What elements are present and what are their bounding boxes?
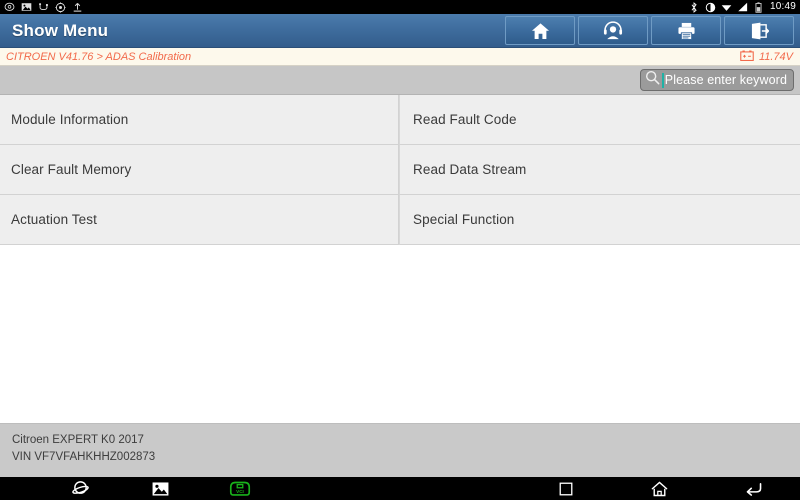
wifi-icon: [721, 2, 732, 13]
menu-item-read-data-stream[interactable]: Read Data Stream: [399, 145, 800, 195]
search-placeholder: Please enter keyword: [664, 73, 787, 87]
chat-bubble-icon: [4, 2, 15, 13]
menu-grid: Module Information Read Fault Code Clear…: [0, 95, 800, 245]
print-button[interactable]: [651, 16, 721, 45]
menu-item-actuation-test[interactable]: Actuation Test: [0, 195, 399, 245]
menu-item-label: Module Information: [11, 112, 129, 127]
upload-arrow-icon: [72, 2, 83, 13]
search-bar-band: Please enter keyword: [0, 66, 800, 95]
printer-icon: [677, 22, 696, 40]
vci-connector-icon[interactable]: VCI: [200, 477, 280, 500]
gallery-icon[interactable]: [120, 477, 200, 500]
back-button[interactable]: [706, 477, 800, 500]
svg-text:VCI: VCI: [236, 489, 244, 494]
status-bar-right-icons: 10:49: [689, 2, 796, 13]
diagnostic-app-window: 10:49 Show Menu CITROEN V41.76 > ADAS Ca…: [0, 0, 800, 500]
vehicle-info-footer: Citroen EXPERT K0 2017 VIN VF7VFAHKHHZ00…: [0, 423, 800, 477]
menu-item-label: Read Data Stream: [413, 162, 527, 177]
support-button[interactable]: [578, 16, 648, 45]
search-caret: [661, 72, 664, 88]
bluetooth-icon: [689, 1, 700, 13]
exit-button[interactable]: [724, 16, 794, 45]
page-title: Show Menu: [12, 20, 109, 40]
menu-item-clear-fault-memory[interactable]: Clear Fault Memory: [0, 145, 399, 195]
car-battery-icon: [740, 48, 754, 66]
menu-item-label: Read Fault Code: [413, 112, 517, 127]
search-input[interactable]: Please enter keyword: [639, 69, 794, 91]
nav-bar-right-group: [400, 477, 800, 500]
screenshot-image-icon: [21, 2, 32, 13]
android-status-bar: 10:49: [0, 0, 800, 14]
cell-signal-icon: [737, 2, 748, 13]
settings-gear-icon: [55, 1, 66, 13]
exit-icon: [750, 22, 769, 40]
menu-item-label: Special Function: [413, 212, 515, 227]
menu-area: Module Information Read Fault Code Clear…: [0, 95, 800, 400]
breadcrumb-bar: CITROEN V41.76 > ADAS Calibration 11.74V: [0, 48, 800, 66]
menu-item-label: Clear Fault Memory: [11, 162, 132, 177]
voltage-value: 11.74V: [758, 50, 793, 63]
status-bar-left-icons: [4, 1, 83, 13]
headset-icon: [603, 21, 623, 40]
home-icon: [531, 22, 550, 40]
menu-item-special-function[interactable]: Special Function: [399, 195, 800, 245]
vehicle-vin: VIN VF7VFAHKHHZ002873: [12, 451, 156, 463]
android-nav-bar: VCI: [0, 477, 800, 500]
vehicle-model: Citroen EXPERT K0 2017: [12, 434, 144, 446]
brightness-icon: [705, 2, 716, 13]
voltage-indicator: 11.74V: [740, 48, 800, 66]
home-button[interactable]: [505, 16, 575, 45]
app-title-bar: Show Menu: [0, 14, 800, 48]
nav-bar-left-group: VCI: [0, 477, 400, 500]
recents-button[interactable]: [519, 477, 613, 500]
battery-icon: [753, 1, 764, 13]
menu-item-label: Actuation Test: [11, 212, 97, 227]
toolbar: [505, 14, 800, 48]
search-icon: [645, 70, 660, 90]
home-button[interactable]: [613, 477, 707, 500]
status-bar-clock: 10:49: [769, 1, 796, 12]
menu-item-module-information[interactable]: Module Information: [0, 95, 399, 145]
browser-icon[interactable]: [40, 477, 120, 500]
breadcrumb: CITROEN V41.76 > ADAS Calibration: [6, 50, 192, 63]
usb-icon: [38, 2, 49, 13]
menu-item-read-fault-code[interactable]: Read Fault Code: [399, 95, 800, 145]
